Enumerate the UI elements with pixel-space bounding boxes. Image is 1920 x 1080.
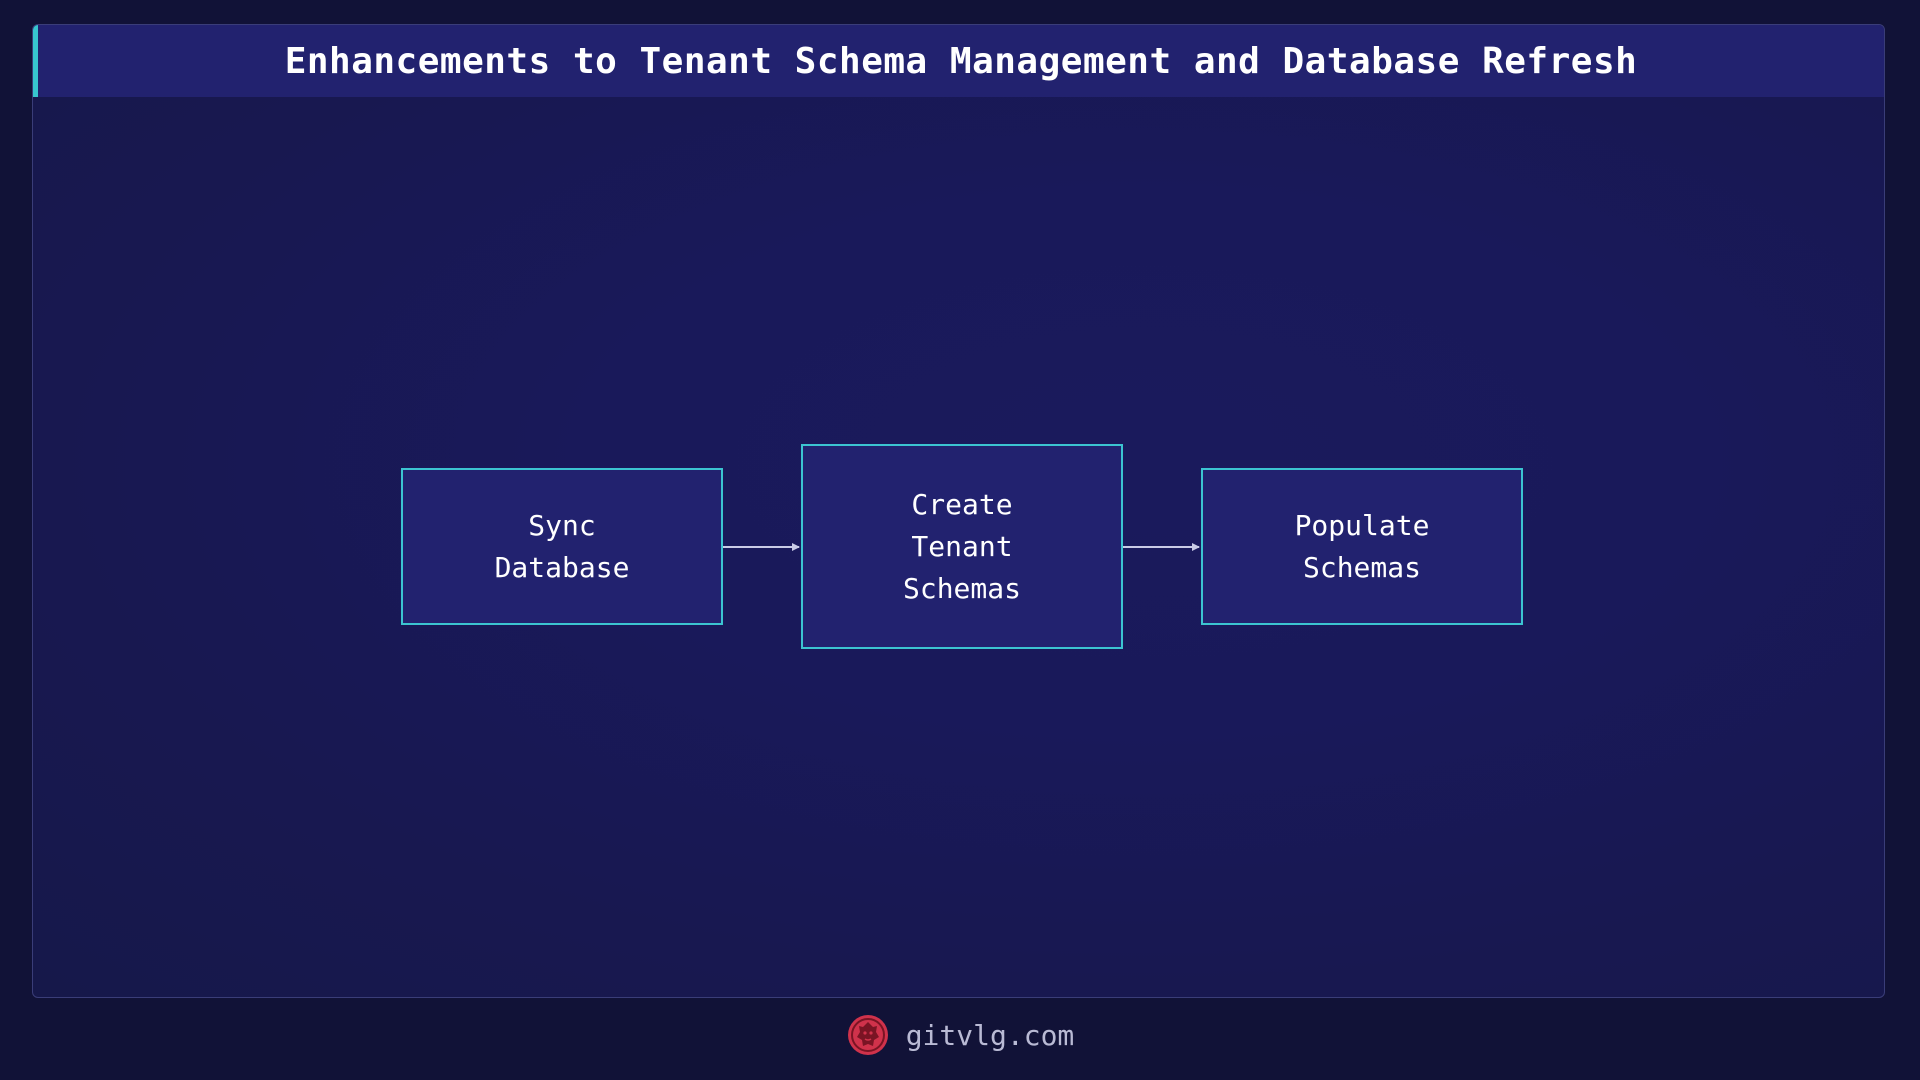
node-label-line: Tenant [911, 529, 1013, 563]
footer: gitvlg.com [0, 1010, 1920, 1060]
lion-emblem-icon [847, 1015, 888, 1055]
node-label-line: Schemas [902, 571, 1021, 605]
header-bar: Enhancements to Tenant Schema Management… [33, 25, 1884, 97]
node-sync-database: Sync Database [401, 468, 723, 625]
node-label-line: Schemas [1302, 550, 1421, 584]
node-label-line: Sync [528, 508, 596, 542]
diagram-panel: Enhancements to Tenant Schema Management… [32, 24, 1885, 998]
diagram-title: Enhancements to Tenant Schema Management… [284, 40, 1638, 82]
footer-site-link[interactable]: gitvlg.com [906, 1019, 1075, 1052]
node-label-line: Create [911, 487, 1013, 521]
node-populate-schemas: Populate Schemas [1201, 468, 1523, 625]
node-create-tenant-schemas: Create Tenant Schemas [801, 444, 1123, 649]
node-label-line: Populate [1294, 508, 1430, 542]
node-label-line: Database [494, 550, 630, 584]
